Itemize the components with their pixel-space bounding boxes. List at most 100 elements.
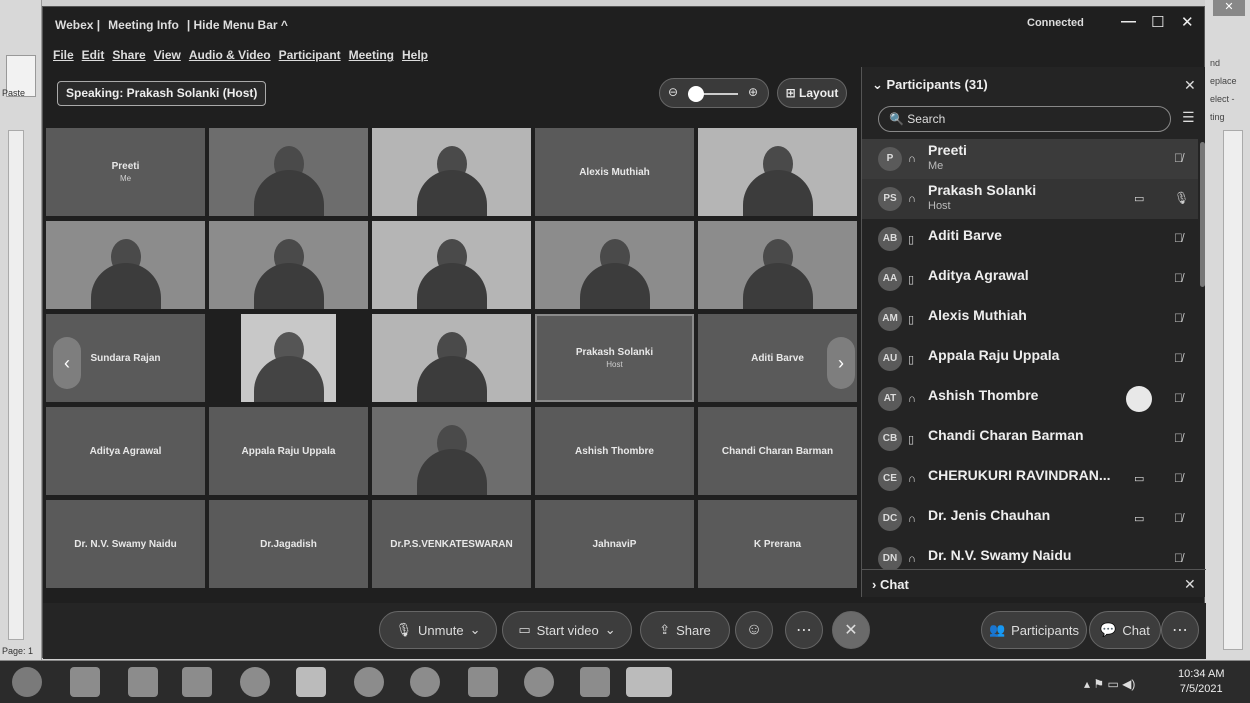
microphone-icon[interactable]: 🎙 xyxy=(1174,191,1189,205)
chat-panel-header[interactable]: › Chat ✕ xyxy=(862,569,1206,597)
word-scrollbar[interactable] xyxy=(1223,130,1243,650)
video-tile[interactable]: Chandi Charan Barman xyxy=(698,407,857,495)
video-tile[interactable]: JahnaviP xyxy=(535,500,694,588)
zoom-in-icon[interactable]: ⊕ xyxy=(748,85,758,99)
unmute-button[interactable]: 🎙 Unmute ⌄ xyxy=(379,611,497,649)
opera-icon[interactable] xyxy=(354,667,384,697)
word-ribbon-text[interactable]: elect - xyxy=(1210,94,1235,104)
chat-button[interactable]: 💬 Chat xyxy=(1089,611,1161,649)
webex-app-label[interactable]: Webex | xyxy=(55,18,100,32)
participant-row[interactable]: AB ▯ Aditi Barve 🎙̸ xyxy=(862,219,1198,259)
close-icon[interactable]: ✕ xyxy=(1184,576,1196,593)
chrome-icon[interactable] xyxy=(240,667,270,697)
close-icon[interactable]: ✕ xyxy=(1184,77,1196,94)
menu-meeting[interactable]: Meeting xyxy=(349,48,394,62)
video-tile[interactable] xyxy=(372,314,531,402)
start-button[interactable] xyxy=(12,667,42,697)
firefox-icon[interactable] xyxy=(410,667,440,697)
participant-row[interactable]: AM ▯ Alexis Muthiah 🎙̸ xyxy=(862,299,1198,339)
webex-taskbar-icon[interactable] xyxy=(626,667,672,697)
video-tile[interactable]: Appala Raju Uppala xyxy=(209,407,368,495)
video-tile[interactable] xyxy=(372,221,531,309)
word-close-button[interactable]: ✕ xyxy=(1213,0,1245,16)
video-tile[interactable]: Preeti Me xyxy=(46,128,205,216)
reactions-button[interactable]: ☺ xyxy=(735,611,773,649)
participant-row[interactable]: CB ▯ Chandi Charan Barman 🎙̸ xyxy=(862,419,1198,459)
google-chrome-icon[interactable] xyxy=(468,667,498,697)
participant-row[interactable]: DN ∩ Dr. N.V. Swamy Naidu 🎙̸ xyxy=(862,539,1198,569)
video-tile[interactable]: Aditya Agrawal xyxy=(46,407,205,495)
menu-view[interactable]: View xyxy=(154,48,181,62)
media-player-icon[interactable] xyxy=(182,667,212,697)
video-tile[interactable] xyxy=(46,221,205,309)
system-tray[interactable]: ▴ ⚑ ▭ ◀) xyxy=(1084,677,1135,691)
microphone-muted-icon[interactable]: 🎙̸ xyxy=(1174,391,1183,405)
more-options-button[interactable]: ⋯ xyxy=(785,611,823,649)
video-tile[interactable] xyxy=(698,221,857,309)
video-tile[interactable] xyxy=(372,128,531,216)
excel-icon[interactable] xyxy=(580,667,610,697)
video-tile[interactable] xyxy=(372,407,531,495)
participant-row[interactable]: AA ▯ Aditya Agrawal 🎙̸ xyxy=(862,259,1198,299)
microphone-muted-icon[interactable]: 🎙̸ xyxy=(1174,271,1183,285)
participant-row[interactable]: AU ▯ Appala Raju Uppala 🎙̸ xyxy=(862,339,1198,379)
search-input[interactable]: 🔍 Search xyxy=(878,106,1171,132)
sort-icon[interactable]: ☰ xyxy=(1182,109,1195,126)
microphone-muted-icon[interactable]: 🎙̸ xyxy=(1174,511,1183,525)
video-tile[interactable]: Alexis Muthiah xyxy=(535,128,694,216)
opera-alt-icon[interactable] xyxy=(524,667,554,697)
microphone-muted-icon[interactable]: 🎙̸ xyxy=(1174,151,1183,165)
zoom-out-icon[interactable]: ⊖ xyxy=(668,85,678,99)
microphone-muted-icon[interactable]: 🎙̸ xyxy=(1174,231,1183,245)
word-icon[interactable] xyxy=(296,667,326,697)
menu-edit[interactable]: Edit xyxy=(82,48,105,62)
microphone-muted-icon[interactable]: 🎙̸ xyxy=(1174,351,1183,365)
chevron-down-icon[interactable]: ⌄ xyxy=(605,622,616,638)
close-button[interactable]: ✕ xyxy=(1181,13,1194,31)
video-tile[interactable]: Ashish Thombre xyxy=(535,407,694,495)
panel-more-button[interactable]: ⋯ xyxy=(1161,611,1199,649)
menu-share[interactable]: Share xyxy=(112,48,145,62)
participant-row[interactable]: DC ∩ Dr. Jenis Chauhan ▭ 🎙̸ xyxy=(862,499,1198,539)
internet-explorer-icon[interactable] xyxy=(70,667,100,697)
zoom-slider[interactable]: ⊖ ⊕ xyxy=(659,78,769,108)
layout-button[interactable]: ⊞ Layout xyxy=(777,78,847,108)
word-ribbon-text[interactable]: eplace xyxy=(1210,76,1237,86)
previous-page-arrow[interactable]: ‹ xyxy=(53,337,81,389)
next-page-arrow[interactable]: › xyxy=(827,337,855,389)
file-explorer-icon[interactable] xyxy=(128,667,158,697)
video-tile[interactable] xyxy=(209,128,368,216)
video-tile[interactable]: K Prerana xyxy=(698,500,857,588)
participant-row[interactable]: P ∩ Preeti Me 🎙̸ xyxy=(862,139,1198,179)
menu-audio-video[interactable]: Audio & Video xyxy=(189,48,271,62)
hide-menu-bar-button[interactable]: | Hide Menu Bar ^ xyxy=(187,18,288,32)
video-tile[interactable] xyxy=(698,128,857,216)
start-video-button[interactable]: ▭ Start video ⌄ xyxy=(502,611,632,649)
participant-list-scrollbar[interactable] xyxy=(1200,142,1205,287)
share-button[interactable]: ⇪ Share xyxy=(640,611,730,649)
menu-help[interactable]: Help xyxy=(402,48,428,62)
leave-meeting-button[interactable]: ✕ xyxy=(832,611,870,649)
microphone-muted-icon[interactable]: 🎙̸ xyxy=(1174,551,1183,565)
participants-button[interactable]: 👥 Participants xyxy=(981,611,1087,649)
video-tile[interactable]: Dr.P.S.VENKATESWARAN xyxy=(372,500,531,588)
maximize-button[interactable]: ☐ xyxy=(1151,13,1164,31)
participant-row[interactable]: CE ∩ CHERUKURI RAVINDRAN... ▭ 🎙̸ xyxy=(862,459,1198,499)
zoom-knob[interactable] xyxy=(688,86,704,102)
participants-header[interactable]: ⌄ Participants (31) xyxy=(872,77,988,93)
video-tile[interactable] xyxy=(535,221,694,309)
video-tile[interactable]: Dr. N.V. Swamy Naidu xyxy=(46,500,205,588)
chevron-down-icon[interactable]: ⌄ xyxy=(470,622,481,638)
minimize-button[interactable]: — xyxy=(1121,13,1136,30)
menu-participant[interactable]: Participant xyxy=(279,48,341,62)
clock[interactable]: 10:34 AM 7/5/2021 xyxy=(1178,667,1224,697)
video-tile[interactable]: Prakash Solanki Host xyxy=(535,314,694,402)
microphone-muted-icon[interactable]: 🎙̸ xyxy=(1174,471,1183,485)
microphone-muted-icon[interactable]: 🎙̸ xyxy=(1174,431,1183,445)
participant-row[interactable]: AT ∩ Ashish Thombre 🎙̸ xyxy=(862,379,1198,419)
microphone-muted-icon[interactable]: 🎙̸ xyxy=(1174,311,1183,325)
participant-row[interactable]: PS ∩ Prakash Solanki Host ▭ 🎙 xyxy=(862,179,1198,219)
video-tile[interactable] xyxy=(209,314,368,402)
meeting-info-button[interactable]: Meeting Info xyxy=(108,18,179,32)
video-tile[interactable]: Dr.Jagadish xyxy=(209,500,368,588)
